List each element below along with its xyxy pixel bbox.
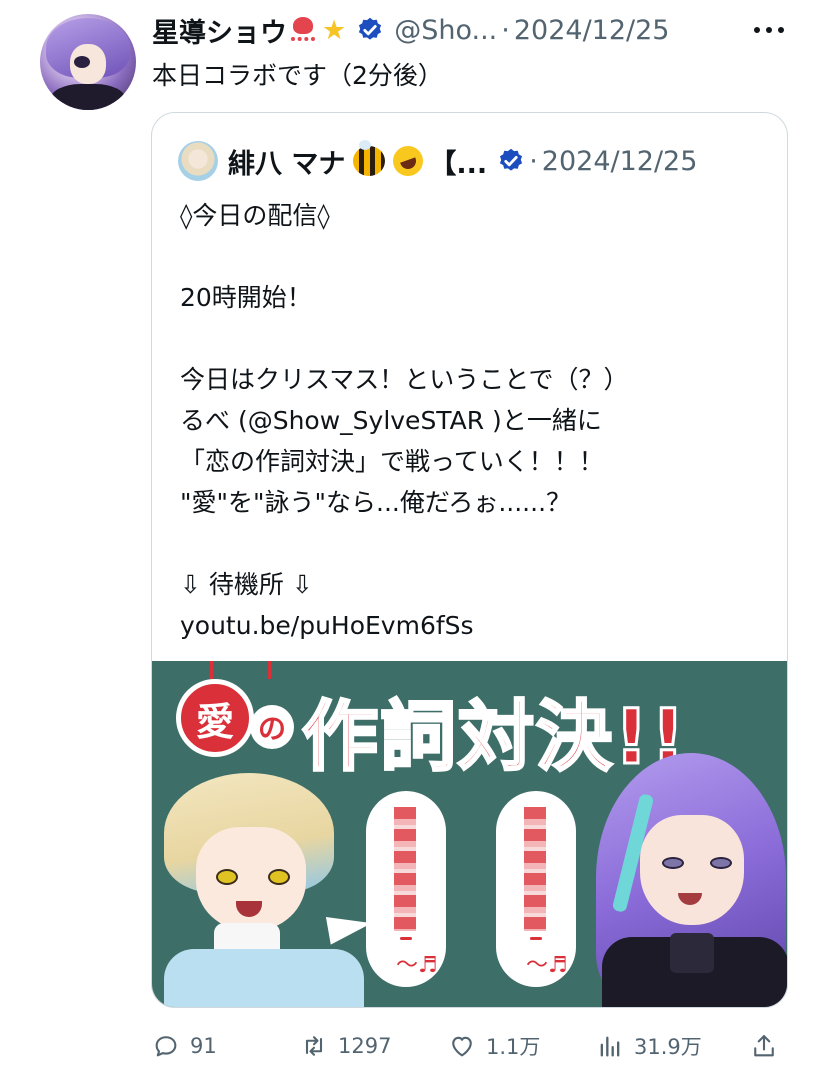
quoted-header-separator: ·: [529, 145, 538, 177]
quoted-post-body: ◊今日の配信◊ 20時開始！ 今日はクリスマス！ということで（？） るべ (@S…: [180, 201, 629, 640]
post-actions: 91 1297 1.1万 31.9万: [152, 1024, 788, 1068]
view-count: 31.9万: [634, 1035, 702, 1059]
avatar-eyepatch: [74, 56, 90, 68]
repost-button[interactable]: 1297: [300, 1024, 391, 1068]
left-character-illustration: [164, 773, 364, 1007]
bee-emoji-icon: [353, 140, 386, 176]
like-count: 1.1万: [486, 1035, 541, 1059]
music-note-icon: 〜♬: [396, 953, 438, 978]
quoted-name-suffix: 【...: [429, 148, 488, 180]
glowing-star-emoji-icon: ★: [322, 14, 347, 46]
views-button[interactable]: 31.9万: [596, 1024, 702, 1068]
no-badge: の: [250, 705, 294, 749]
share-button[interactable]: [750, 1024, 788, 1068]
speech-bubble-right: 〜♬: [496, 791, 576, 987]
quoted-post-image[interactable]: 愛 の 作詞対決!! 〜♬ 〜♬: [152, 661, 787, 1007]
ornament-string: [268, 661, 271, 679]
reply-button[interactable]: 91: [152, 1024, 217, 1068]
reply-icon: [155, 1036, 177, 1057]
more-options-icon[interactable]: [754, 18, 784, 42]
pixelated-text: [394, 807, 416, 931]
post-date[interactable]: 2024/12/25: [514, 15, 670, 46]
quoted-author-name: 緋八 マナ: [228, 148, 346, 180]
pixelated-text: [524, 807, 546, 931]
right-character-illustration: [586, 753, 787, 1007]
rolling-laughing-emoji-icon: [389, 141, 428, 181]
quoted-post-card[interactable]: 緋八 マナ 【... · 2024/12/25 ◊今日の配信◊ 20時開始！ 今…: [151, 112, 788, 1008]
bar-chart-icon: [600, 1036, 620, 1057]
verified-badge-icon: [359, 17, 382, 40]
heart-icon: [452, 1036, 472, 1057]
ai-badge: 愛: [176, 679, 254, 757]
music-note-icon: 〜♬: [526, 953, 568, 978]
post-text: 本日コラボです（2分後）: [152, 61, 443, 90]
repost-count: 1297: [338, 1034, 392, 1058]
author-avatar[interactable]: [40, 14, 136, 110]
quoted-post-date: 2024/12/25: [541, 145, 698, 177]
like-button[interactable]: 1.1万: [448, 1024, 540, 1068]
octopus-emoji-icon: [290, 17, 316, 43]
speech-bubble-left: 〜♬: [366, 791, 446, 987]
quoted-author-avatar: [178, 141, 218, 181]
reply-count: 91: [190, 1034, 217, 1058]
quoted-post-header: 緋八 マナ 【... · 2024/12/25: [178, 140, 698, 181]
author-handle[interactable]: @Sho...: [394, 15, 497, 46]
share-icon: [754, 1035, 774, 1057]
header-separator: ·: [501, 14, 510, 46]
quoted-verified-badge-icon: [500, 148, 523, 171]
ornament-string: [210, 661, 213, 679]
avatar-coat: [50, 84, 126, 110]
repost-icon: [305, 1036, 323, 1056]
post-header: 星導ショウ ★ @Sho... · 2024/12/25: [152, 10, 812, 50]
author-name[interactable]: 星導ショウ: [152, 11, 287, 50]
